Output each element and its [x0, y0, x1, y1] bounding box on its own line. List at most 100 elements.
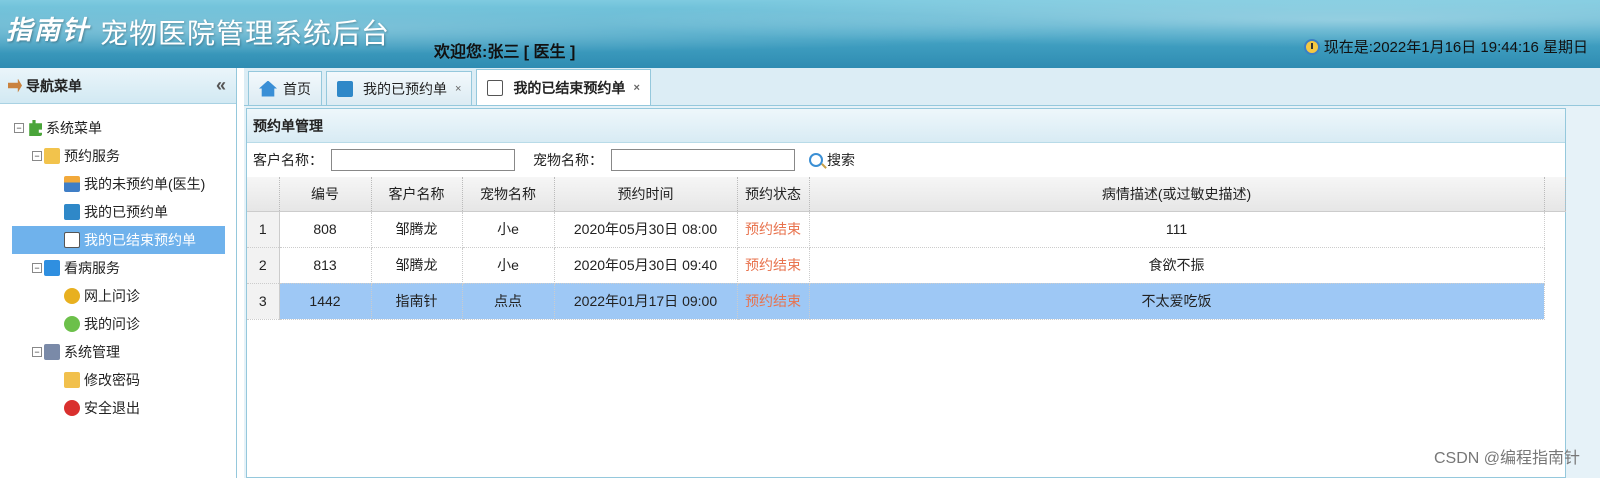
- close-icon[interactable]: ×: [633, 82, 639, 94]
- watermark: CSDN @编程指南针: [1433, 450, 1580, 467]
- table-row-selected[interactable]: 3 1442 指南针 点点 2022年01月17日 09:00 预约结束 不太爱…: [247, 283, 1565, 320]
- cell-time: 2022年01月17日 09:00: [554, 283, 738, 320]
- medical-plus-icon: [44, 260, 60, 276]
- tab-bar: 首页 我的已预约单 × 我的已结束预约单 ×: [244, 68, 1600, 106]
- customer-name-input[interactable]: [331, 149, 515, 171]
- tab-label: 我的已预约单: [363, 80, 447, 97]
- table-row[interactable]: 2 813 邹腾龙 小e 2020年05月30日 09:40 预约结束 食欲不振: [247, 247, 1565, 284]
- panel-title: 预约单管理: [247, 109, 1565, 143]
- cell-id: 1442: [279, 283, 372, 320]
- home-icon: [259, 80, 277, 97]
- row-number-header: [247, 177, 280, 212]
- collapse-toggle-icon[interactable]: −: [14, 123, 24, 133]
- chat-icon: [64, 288, 80, 304]
- checkbox-icon: [487, 79, 504, 96]
- table-row[interactable]: 1 808 邹腾龙 小e 2020年05月30日 08:00 预约结束 111: [247, 211, 1565, 248]
- cell-id: 813: [279, 247, 372, 284]
- search-icon: [64, 316, 80, 332]
- card-icon: [337, 80, 353, 97]
- sidebar-title: 导航菜单: [26, 77, 82, 94]
- cell-id: 808: [279, 211, 372, 248]
- search-toolbar: 客户名称： 宠物名称： 搜索: [247, 143, 1565, 177]
- column-header[interactable]: 宠物名称: [462, 177, 555, 212]
- collapse-toggle-icon[interactable]: −: [32, 263, 42, 273]
- cell-status: 预约结束: [737, 211, 810, 248]
- column-header[interactable]: 预约时间: [554, 177, 738, 212]
- tree-item-label: 安全退出: [84, 400, 140, 416]
- collapse-sidebar-button[interactable]: «: [216, 75, 226, 96]
- close-icon[interactable]: ×: [455, 83, 461, 95]
- cell-customer: 邹腾龙: [371, 247, 463, 284]
- magnifier-icon: [809, 153, 823, 167]
- row-number: 1: [247, 211, 280, 248]
- tree-item-label: 我的问诊: [84, 316, 140, 332]
- tree-item-label: 修改密码: [84, 372, 140, 388]
- clock-icon: [1303, 38, 1320, 55]
- column-header[interactable]: 病情描述(或过敏史描述): [809, 177, 1545, 212]
- tree-item-unbooked[interactable]: 我的未预约单(医生): [0, 170, 236, 198]
- column-header[interactable]: 编号: [279, 177, 372, 212]
- tree-item-change-password[interactable]: 修改密码: [0, 366, 236, 394]
- app-header: 指南针 宠物医院管理系统后台 欢迎您:张三 [ 医生 ] 现在是:2022年1月…: [0, 0, 1600, 68]
- collapse-toggle-icon[interactable]: −: [32, 151, 42, 161]
- search-button-label: 搜索: [827, 152, 855, 168]
- app-title: 宠物医院管理系统后台: [100, 18, 391, 49]
- card-icon: [64, 204, 80, 220]
- tree-group-label: 看病服务: [64, 260, 120, 276]
- cell-status: 预约结束: [737, 283, 810, 320]
- tree-group-system[interactable]: − 系统管理: [0, 338, 236, 366]
- cell-customer: 邹腾龙: [371, 211, 463, 248]
- cell-pet: 小e: [462, 211, 555, 248]
- tab-label: 我的已结束预约单: [513, 79, 626, 96]
- clock: 现在是:2022年1月16日 19:44:16 星期日: [1303, 36, 1588, 57]
- cell-time: 2020年05月30日 09:40: [554, 247, 738, 284]
- tab-booked[interactable]: 我的已预约单 ×: [326, 71, 473, 105]
- cell-pet: 小e: [462, 247, 555, 284]
- customer-label: 客户名称：: [253, 152, 323, 168]
- cell-time: 2020年05月30日 08:00: [554, 211, 738, 248]
- datetime-text: 现在是:2022年1月16日 19:44:16 星期日: [1323, 39, 1588, 56]
- cell-desc: 食欲不振: [809, 247, 1545, 284]
- signpost-icon: [8, 78, 22, 93]
- nav-tree: − 系统菜单 − 预约服务 我的未预约单(医生) 我的已预约单 我的已结束预约单…: [0, 104, 236, 422]
- monitor-icon: [44, 344, 60, 360]
- cell-customer: 指南针: [371, 283, 463, 320]
- column-header[interactable]: 客户名称: [371, 177, 463, 212]
- tree-item-booked[interactable]: 我的已预约单: [0, 198, 236, 226]
- pencil-icon: [64, 372, 80, 388]
- pet-label: 宠物名称：: [533, 152, 603, 168]
- tree-item-logout[interactable]: 安全退出: [0, 394, 236, 422]
- brand-logo: 指南针: [6, 16, 91, 46]
- scrollbar-header: [1544, 177, 1566, 212]
- tree-item-label: 我的已结束预约单: [84, 232, 196, 248]
- tree-item-online-consult[interactable]: 网上问诊: [0, 282, 236, 310]
- tree-item-label: 网上问诊: [84, 288, 140, 304]
- exit-icon: [64, 400, 80, 416]
- tab-home[interactable]: 首页: [248, 71, 322, 105]
- tree-item-label: 我的未预约单(医生): [84, 176, 206, 192]
- tree-group-appointment[interactable]: − 预约服务: [0, 142, 236, 170]
- puzzle-icon: [29, 120, 42, 136]
- welcome-text: 欢迎您:张三 [ 医生 ]: [434, 44, 576, 61]
- cell-status: 预约结束: [737, 247, 810, 284]
- tree-group-label: 预约服务: [64, 148, 120, 164]
- collapse-toggle-icon[interactable]: −: [32, 347, 42, 357]
- cell-pet: 点点: [462, 283, 555, 320]
- tree-item-finished[interactable]: 我的已结束预约单: [12, 226, 225, 254]
- main-area: 首页 我的已预约单 × 我的已结束预约单 × 预约单管理 客户名称： 宠物名称：…: [244, 68, 1600, 478]
- sidebar: 导航菜单 « − 系统菜单 − 预约服务 我的未预约单(医生) 我的已预约单 我…: [0, 68, 237, 478]
- tree-root-label: 系统菜单: [46, 120, 102, 136]
- search-button[interactable]: 搜索: [809, 150, 855, 170]
- appointment-table: 编号 客户名称 宠物名称 预约时间 预约状态 病情描述(或过敏史描述) 1 80…: [247, 177, 1566, 320]
- row-number: 2: [247, 247, 280, 284]
- tab-finished[interactable]: 我的已结束预约单 ×: [476, 69, 651, 105]
- tree-item-my-consult[interactable]: 我的问诊: [0, 310, 236, 338]
- column-header[interactable]: 预约状态: [737, 177, 810, 212]
- tree-group-treatment[interactable]: − 看病服务: [0, 254, 236, 282]
- pet-name-input[interactable]: [611, 149, 795, 171]
- row-number: 3: [247, 283, 280, 320]
- cell-desc: 不太爱吃饭: [809, 283, 1545, 320]
- checkbox-icon: [64, 232, 80, 248]
- user-icon: [64, 176, 80, 192]
- tree-root[interactable]: − 系统菜单: [0, 114, 236, 142]
